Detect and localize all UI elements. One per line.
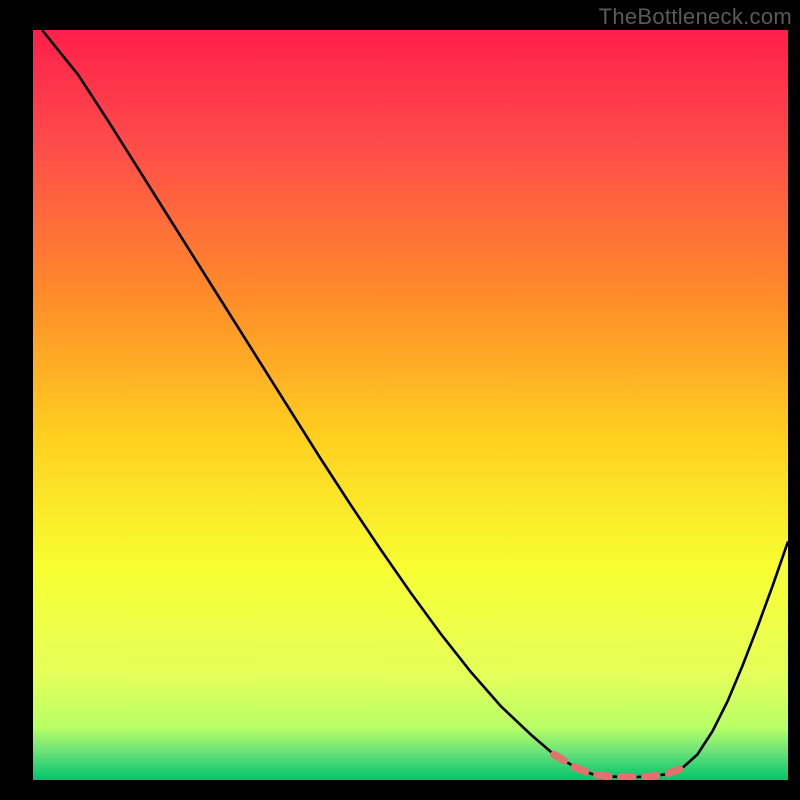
bottleneck-chart xyxy=(0,0,800,800)
watermark-text: TheBottleneck.com xyxy=(599,4,792,30)
plot-background xyxy=(33,30,788,780)
